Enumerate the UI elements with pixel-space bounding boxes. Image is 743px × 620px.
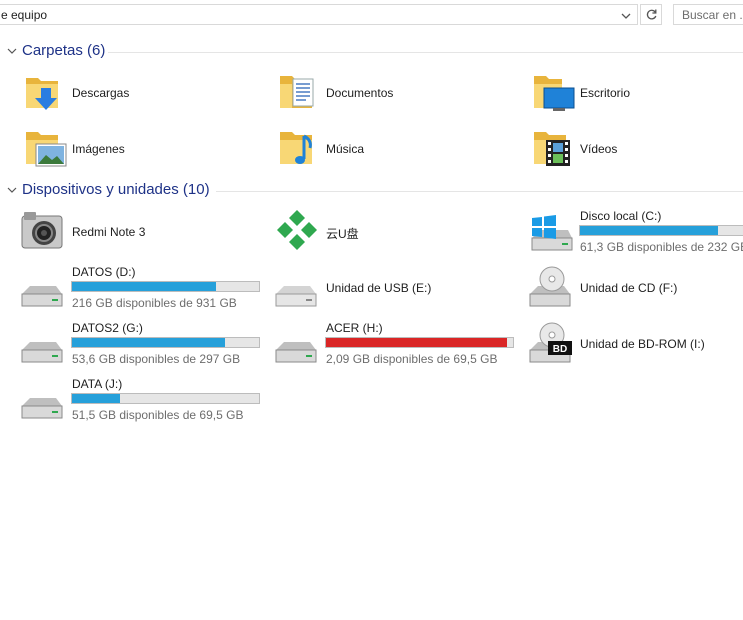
group-devices[interactable]: Dispositivos y unidades (10) bbox=[0, 181, 743, 201]
group-folders[interactable]: Carpetas (6) bbox=[0, 42, 743, 62]
camera-device-icon bbox=[21, 212, 63, 249]
search-box[interactable]: Buscar en ... bbox=[673, 4, 743, 25]
device-item-g[interactable]: DATOS2 (G:) 53,6 GB disponibles de 297 G… bbox=[20, 320, 264, 370]
divider bbox=[108, 52, 743, 53]
device-item-i[interactable]: BD Unidad de BD-ROM (I:) bbox=[528, 320, 743, 370]
folder-item-musica[interactable]: Música bbox=[278, 126, 518, 176]
device-label: Unidad de BD-ROM (I:) bbox=[580, 337, 705, 351]
folder-item-videos[interactable]: Vídeos bbox=[532, 126, 742, 176]
folder-label: Documentos bbox=[326, 86, 394, 100]
usage-fill bbox=[580, 226, 718, 235]
free-space-text: 2,09 GB disponibles de 69,5 GB bbox=[326, 352, 498, 366]
bd-drive-icon: BD bbox=[529, 322, 572, 363]
device-label: DATOS (D:) bbox=[72, 265, 136, 279]
free-space-text: 53,6 GB disponibles de 297 GB bbox=[72, 352, 241, 366]
usb-drive-icon bbox=[275, 286, 317, 307]
device-label: ACER (H:) bbox=[326, 321, 383, 335]
address-text: e equipo bbox=[1, 8, 48, 22]
refresh-button[interactable] bbox=[640, 4, 662, 25]
device-label: Disco local (C:) bbox=[580, 209, 662, 223]
hard-drive-icon bbox=[21, 342, 63, 363]
folder-label: Imágenes bbox=[72, 142, 125, 156]
folder-label: Música bbox=[326, 142, 365, 156]
chevron-collapse-icon[interactable] bbox=[6, 184, 18, 196]
group-title: Carpetas (6) bbox=[22, 42, 106, 59]
folder-label: Descargas bbox=[72, 86, 130, 100]
usage-fill bbox=[326, 338, 507, 347]
videos-folder-icon bbox=[534, 132, 570, 166]
pictures-folder-icon bbox=[26, 132, 67, 167]
search-placeholder: Buscar en ... bbox=[682, 8, 743, 22]
device-label: Unidad de USB (E:) bbox=[326, 281, 432, 295]
folder-label: Vídeos bbox=[580, 142, 618, 156]
usage-bar bbox=[579, 225, 743, 236]
documents-folder-icon bbox=[280, 76, 314, 108]
usage-fill bbox=[72, 394, 120, 403]
chevron-down-icon[interactable] bbox=[619, 10, 633, 22]
chevron-collapse-icon[interactable] bbox=[6, 45, 18, 57]
usage-bar bbox=[71, 393, 260, 404]
toolbar: e equipo Buscar en ... bbox=[0, 0, 743, 31]
hard-drive-icon bbox=[275, 342, 317, 363]
usage-bar bbox=[325, 337, 514, 348]
device-item-j[interactable]: DATA (J:) 51,5 GB disponibles de 69,5 GB bbox=[20, 376, 264, 426]
folder-label: Escritorio bbox=[580, 86, 631, 100]
device-label: 云U盘 bbox=[326, 227, 359, 241]
usage-bar bbox=[71, 281, 260, 292]
free-space-text: 51,5 GB disponibles de 69,5 GB bbox=[72, 408, 244, 422]
free-space-text: 216 GB disponibles de 931 GB bbox=[72, 296, 237, 310]
music-folder-icon bbox=[280, 132, 312, 164]
group-title: Dispositivos y unidades (10) bbox=[22, 181, 210, 198]
device-item-e[interactable]: Unidad de USB (E:) bbox=[274, 264, 518, 314]
device-label: Redmi Note 3 bbox=[72, 225, 146, 239]
refresh-icon bbox=[646, 9, 657, 20]
device-item-redmi[interactable]: Redmi Note 3 bbox=[20, 208, 264, 258]
folder-item-documentos[interactable]: Documentos bbox=[278, 70, 518, 120]
windows-drive-icon bbox=[531, 215, 573, 251]
bd-badge-text: BD bbox=[553, 344, 567, 355]
device-item-h[interactable]: ACER (H:) 2,09 GB disponibles de 69,5 GB bbox=[274, 320, 518, 370]
device-item-cloud[interactable]: 云U盘 bbox=[272, 208, 518, 258]
usage-bar bbox=[71, 337, 260, 348]
hard-drive-icon bbox=[21, 286, 63, 307]
device-label: DATA (J:) bbox=[72, 377, 123, 391]
cloud-drive-icon bbox=[277, 210, 317, 250]
usage-fill bbox=[72, 338, 225, 347]
downloads-folder-icon bbox=[26, 78, 58, 110]
usage-fill bbox=[72, 282, 216, 291]
address-bar[interactable]: e equipo bbox=[0, 4, 638, 25]
folder-item-descargas[interactable]: Descargas bbox=[24, 70, 264, 120]
hard-drive-icon bbox=[21, 398, 63, 419]
device-item-c[interactable]: Disco local (C:) 61,3 GB disponibles de … bbox=[528, 208, 743, 258]
desktop-folder-icon bbox=[534, 76, 575, 111]
divider bbox=[216, 191, 743, 192]
folder-item-escritorio[interactable]: Escritorio bbox=[532, 70, 742, 120]
device-item-d[interactable]: DATOS (D:) 216 GB disponibles de 931 GB bbox=[20, 264, 264, 314]
cd-drive-icon bbox=[529, 266, 571, 307]
folder-item-imagenes[interactable]: Imágenes bbox=[24, 126, 264, 176]
device-label: Unidad de CD (F:) bbox=[580, 281, 678, 295]
device-item-f[interactable]: Unidad de CD (F:) bbox=[528, 264, 743, 314]
free-space-text: 61,3 GB disponibles de 232 GB bbox=[580, 240, 743, 254]
device-label: DATOS2 (G:) bbox=[72, 321, 143, 335]
